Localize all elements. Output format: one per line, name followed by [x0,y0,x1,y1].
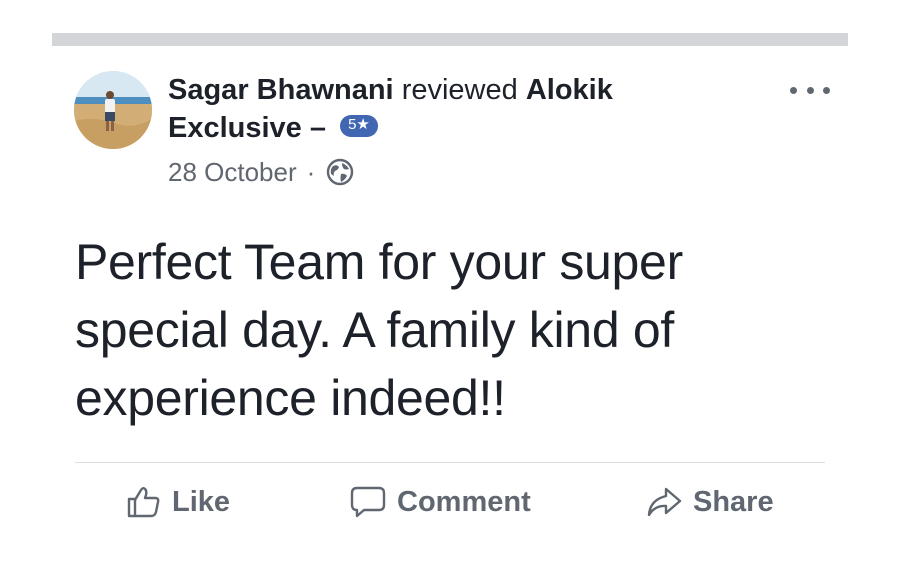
more-dot [806,86,814,94]
comment-label: Comment [397,485,531,518]
like-button[interactable]: Like [126,480,230,524]
comment-bubble-icon [350,486,386,518]
post-text: Perfect Team for your super special day.… [75,234,683,426]
reviewed-page-name-line2[interactable]: Exclusive [168,112,302,144]
more-dot [790,86,797,94]
comment-button[interactable]: Comment [349,480,531,524]
reviewed-page-name-line1[interactable]: Alokik [526,74,613,106]
post-meta: 28 October · [168,156,355,188]
more-options-icon[interactable] [790,80,830,100]
avatar-photo [74,71,152,149]
share-arrow-icon [647,487,682,517]
share-label: Share [693,485,774,518]
author-name[interactable]: Sagar Bhawnani [168,74,394,106]
top-separator-bar [52,33,848,46]
thumbs-up-icon [127,487,160,518]
more-dot [823,86,830,94]
rating-badge: 5★ [340,115,378,138]
avatar[interactable] [74,71,152,149]
header-dash: – [309,112,327,144]
post-header: Sagar Bhawnani reviewed Alokik Exclusive… [168,71,728,147]
review-verb: reviewed [401,74,518,106]
globe-icon [327,158,354,186]
post-date[interactable]: 28 October [168,156,297,188]
like-label: Like [172,485,231,518]
share-button[interactable]: Share [645,480,774,524]
meta-separator: · [306,157,316,187]
actions-divider [75,462,825,463]
